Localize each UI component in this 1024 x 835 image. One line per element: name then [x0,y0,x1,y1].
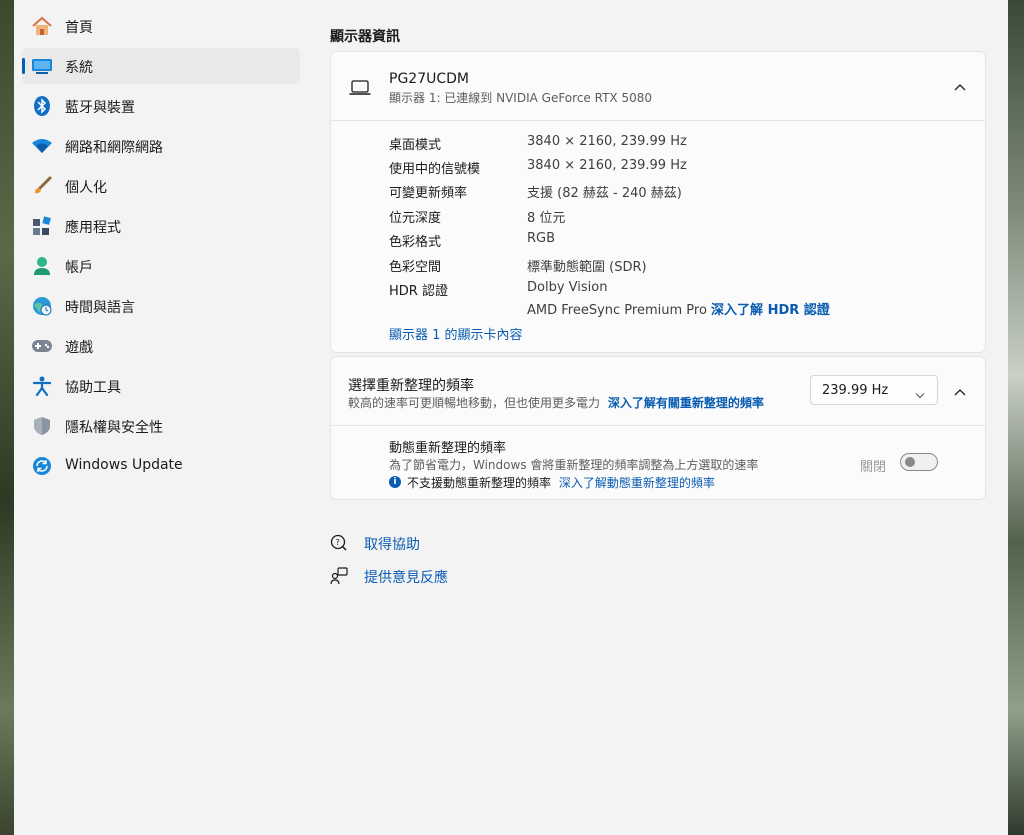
sidebar-item-network[interactable]: 網路和網際網路 [22,128,300,164]
sidebar-item-label: 系統 [65,60,93,76]
info-value: Dolby Vision [527,280,608,295]
info-label: 位元深度 [389,211,442,226]
feedback-link[interactable]: 提供意見反應 [364,567,448,587]
divider [331,120,985,121]
shield-icon [31,415,53,437]
sidebar-item-time-language[interactable]: 時間與語言 [22,288,300,324]
info-value: 8 位元 [527,211,566,226]
bluetooth-icon [31,95,53,117]
divider [331,425,985,426]
sidebar-item-label: Windows Update [65,457,183,473]
toggle-knob [905,457,915,467]
sidebar-item-label: 網路和網際網路 [65,140,163,156]
sidebar: 首頁 系統 藍牙與裝置 網路和網際網路 個人化 應用程式 帳戶 時間與語言 遊戲… [14,0,314,835]
dynamic-refresh-toggle[interactable] [900,453,938,471]
sidebar-item-label: 首頁 [65,20,93,36]
info-value: 標準動態範圍 (SDR) [527,260,647,275]
refresh-rate-dropdown[interactable]: 239.99 Hz [810,375,938,405]
sidebar-item-gaming[interactable]: 遊戲 [22,328,300,364]
info-value: 3840 × 2160, 239.99 Hz [527,158,687,173]
sidebar-item-system[interactable]: 系統 [22,48,300,84]
brush-icon [31,175,53,197]
help-icon: ? [330,534,348,556]
sidebar-item-home[interactable]: 首頁 [22,8,300,44]
background-left-edge [0,0,14,835]
account-icon [31,255,53,277]
adapter-properties-link[interactable]: 顯示器 1 的顯示卡內容 [389,324,523,343]
sidebar-item-label: 藍牙與裝置 [65,100,135,116]
dynamic-refresh-description: 為了節省電力，Windows 會將重新整理的頻率調整為上方選取的速率 [389,458,759,472]
sidebar-item-privacy[interactable]: 隱私權與安全性 [22,408,300,444]
active-indicator [22,58,25,74]
feedback-icon [330,567,348,589]
chevron-down-icon [915,384,925,403]
sidebar-item-label: 遊戲 [65,340,93,356]
info-label: HDR 認證 [389,284,448,299]
info-label: 可變更新頻率 [389,186,468,201]
info-value: RGB [527,231,556,246]
sidebar-item-label: 隱私權與安全性 [65,420,163,436]
section-title: 顯示器資訊 [330,29,400,45]
refresh-rate-title: 選擇重新整理的頻率 [348,378,474,394]
dropdown-selected-value: 239.99 Hz [822,383,889,398]
laptop-icon [349,80,371,100]
dynamic-refresh-learn-more-link[interactable]: 深入了解動態重新整理的頻率 [559,476,715,490]
wifi-icon [31,135,53,157]
sidebar-item-label: 帳戶 [65,260,93,276]
info-icon: i [389,476,401,488]
sidebar-item-label: 協助工具 [65,380,121,396]
sidebar-item-label: 時間與語言 [65,300,135,316]
gamepad-icon [31,335,53,357]
monitor-info-card: PG27UCDM 顯示器 1: 已連線到 NVIDIA GeForce RTX … [330,51,986,353]
sidebar-item-label: 個人化 [65,180,107,196]
info-label: 色彩格式 [389,235,442,250]
notice-text: 不支援動態重新整理的頻率 [407,476,552,490]
settings-window: 首頁 系統 藍牙與裝置 網路和網際網路 個人化 應用程式 帳戶 時間與語言 遊戲… [14,0,1008,835]
dynamic-refresh-notice: 不支援動態重新整理的頻率 深入了解動態重新整理的頻率 [407,474,715,491]
info-label: 色彩空間 [389,260,442,275]
dynamic-refresh-title: 動態重新整理的頻率 [389,441,507,456]
sidebar-item-accounts[interactable]: 帳戶 [22,248,300,284]
monitor-name: PG27UCDM [389,71,469,87]
system-display-icon [31,55,53,77]
monitor-card-header[interactable]: PG27UCDM 顯示器 1: 已連線到 NVIDIA GeForce RTX … [331,52,985,120]
refresh-rate-card: 選擇重新整理的頻率 較高的速率可更順暢地移動，但也使用更多電力 深入了解有關重新… [330,356,986,500]
hdr-learn-more-link[interactable]: 深入了解 HDR 認證 [711,303,830,318]
info-value: 3840 × 2160, 239.99 Hz [527,134,687,149]
accessibility-icon [31,375,53,397]
sidebar-item-accessibility[interactable]: 協助工具 [22,368,300,404]
windows-update-icon [31,455,53,477]
sidebar-item-apps[interactable]: 應用程式 [22,208,300,244]
info-value: 支援 (82 赫茲 - 240 赫茲) [527,186,682,201]
sidebar-item-personalization[interactable]: 個人化 [22,168,300,204]
info-label: 使用中的信號模 [389,162,481,177]
refresh-rate-description: 較高的速率可更順暢地移動，但也使用更多電力 深入了解有關重新整理的頻率 [348,394,764,411]
background-right-edge [1008,0,1024,835]
home-icon [31,15,53,37]
apps-icon [31,215,53,237]
sidebar-item-label: 應用程式 [65,220,121,236]
refresh-rate-learn-more-link[interactable]: 深入了解有關重新整理的頻率 [608,396,764,410]
monitor-subtitle: 顯示器 1: 已連線到 NVIDIA GeForce RTX 5080 [389,91,652,105]
info-label: 桌面模式 [389,138,442,153]
chevron-up-icon[interactable] [953,80,967,94]
toggle-state-label: 關閉 [860,460,887,475]
refresh-rate-desc-text: 較高的速率可更順暢地移動，但也使用更多電力 [348,396,601,410]
chevron-up-icon[interactable] [953,385,967,399]
sidebar-item-windows-update[interactable]: Windows Update [22,448,300,484]
get-help-link[interactable]: 取得協助 [364,534,420,554]
globe-clock-icon [31,295,53,317]
sidebar-item-bluetooth[interactable]: 藍牙與裝置 [22,88,300,124]
svg-text:?: ? [336,538,340,547]
hdr-value-2: AMD FreeSync Premium Pro [527,303,707,318]
hdr-certification-line: AMD FreeSync Premium Pro 深入了解 HDR 認證 [527,299,830,318]
